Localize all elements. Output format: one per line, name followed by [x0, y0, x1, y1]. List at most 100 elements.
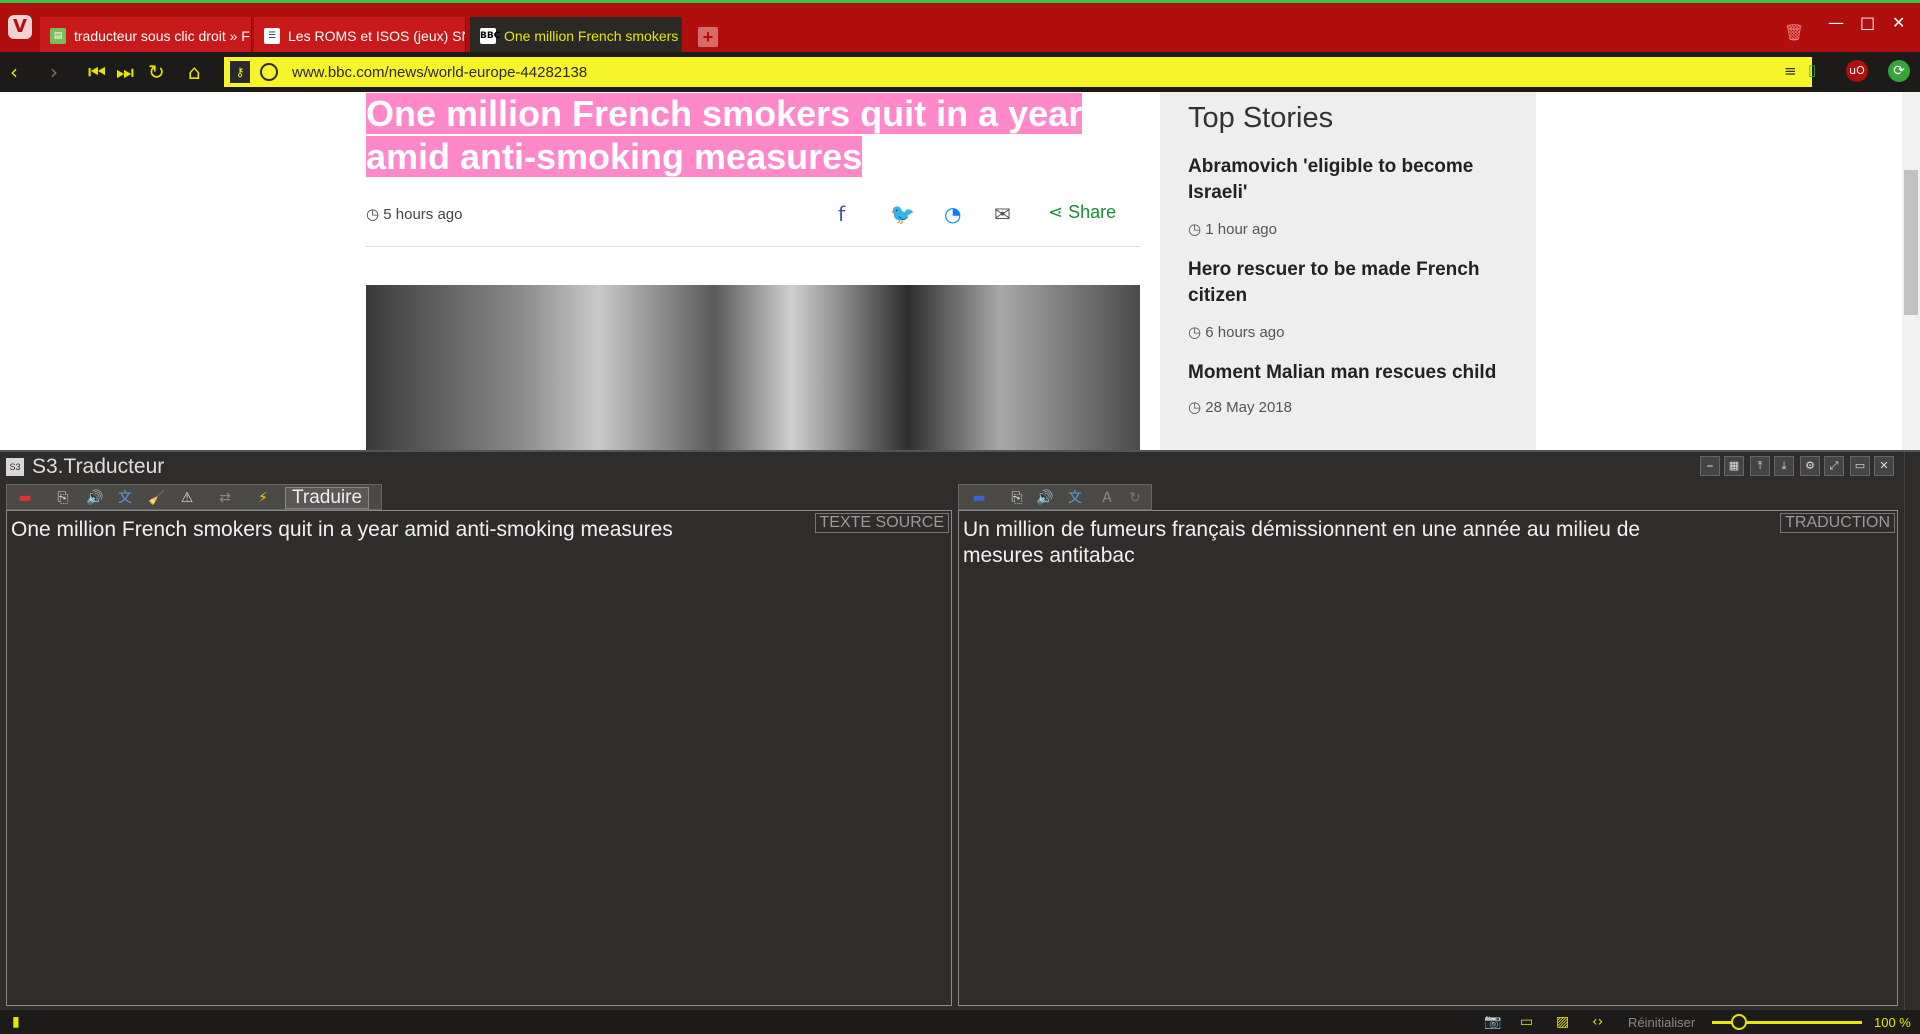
vivaldi-menu-icon[interactable]: V: [8, 15, 32, 39]
capture-icon[interactable]: 📷: [1484, 1014, 1501, 1030]
tab-2[interactable]: ☰ Les ROMS et ISOS (jeux) SN: [254, 17, 466, 55]
window-icon[interactable]: ▭: [1520, 1014, 1533, 1030]
code-icon[interactable]: ‹›: [1592, 1014, 1603, 1030]
story-time: ◷ 6 hours ago: [1188, 323, 1285, 341]
copy-icon[interactable]: ⎘: [53, 488, 73, 508]
close-icon[interactable]: ✕: [1892, 13, 1905, 32]
article-timestamp: ◷ 5 hours ago: [366, 205, 463, 223]
minimize-icon[interactable]: —: [1828, 13, 1844, 32]
clock-icon: ◷: [1188, 398, 1202, 416]
scrollbar-thumb[interactable]: [1904, 170, 1918, 315]
article-headline: One million French smokers quit in a yea…: [366, 93, 1083, 177]
story-link[interactable]: Abramovich 'eligible to become Israeli': [1188, 154, 1518, 206]
story-time-text: 28 May 2018: [1205, 399, 1292, 416]
tab-1[interactable]: ▤ traducteur sous clic droit » F: [40, 17, 252, 55]
close-panel-icon[interactable]: ✕: [1874, 456, 1894, 476]
navigation-bar: ‹ › ⏮ ⏭ ↻ ⌂ ⚷ www.bbc.com/news/world-eur…: [0, 52, 1920, 92]
messenger-icon[interactable]: ◔: [944, 202, 961, 226]
green-doc-icon: ▤: [50, 28, 66, 44]
url-text[interactable]: www.bbc.com/news/world-europe-44282138: [292, 64, 587, 81]
bookmark-icon[interactable]: ▯: [1808, 61, 1816, 79]
image-icon[interactable]: ▨: [1556, 1014, 1569, 1030]
key-icon[interactable]: ⚷: [230, 61, 250, 83]
story-time: ◷ 28 May 2018: [1188, 398, 1292, 416]
target-toolbar: ▬ ⎘ 🔊 文 A ↻: [958, 484, 1152, 510]
extension-icon[interactable]: ⟳: [1888, 60, 1910, 82]
home-icon[interactable]: ⌂: [188, 60, 201, 84]
translate-button[interactable]: Traduire: [285, 487, 370, 509]
ublock-icon[interactable]: uO: [1846, 60, 1868, 82]
minimize-panel-icon[interactable]: ▭: [1850, 456, 1870, 476]
tab-bar: V ▤ traducteur sous clic droit » F ☰ Les…: [0, 0, 1920, 55]
forward-icon[interactable]: ›: [50, 60, 58, 84]
font-icon[interactable]: A: [1097, 488, 1117, 508]
forum-icon: ☰: [264, 28, 280, 44]
tab-3-active[interactable]: BBC One million French smokers: [470, 17, 682, 55]
divider: [366, 246, 1140, 247]
clock-icon: ◷: [1188, 220, 1202, 238]
new-tab-button[interactable]: +: [698, 27, 718, 47]
top-stories-sidebar: Top Stories Abramovich 'eligible to beco…: [1160, 92, 1536, 450]
web-page: One million French smokers quit in a yea…: [0, 92, 1920, 450]
source-text-pane[interactable]: One million French smokers quit in a yea…: [6, 510, 952, 1006]
pin-icon[interactable]: ⎯: [1700, 456, 1720, 476]
story-time-text: 1 hour ago: [1205, 221, 1277, 238]
s3-app-icon: S3: [6, 458, 24, 476]
tab-label: One million French smokers: [504, 28, 679, 44]
fast-forward-icon[interactable]: ⏭: [116, 60, 134, 84]
back-icon[interactable]: ‹: [10, 60, 18, 84]
tab-label: traducteur sous clic droit » F: [74, 28, 250, 44]
source-toolbar: ▬ ⎘ 🔊 文 🧹 ⚠ ⇄ ⚡ Traduire: [6, 484, 382, 510]
translate-icon[interactable]: 文: [115, 488, 135, 508]
email-icon[interactable]: ✉: [994, 202, 1011, 226]
source-label: TEXTE SOURCE: [814, 513, 949, 533]
twitter-icon[interactable]: 🐦: [890, 202, 915, 226]
clock-icon: ◷: [1188, 323, 1202, 341]
swap-icon[interactable]: ⇄: [215, 488, 235, 508]
move-down-icon[interactable]: ⤓: [1774, 456, 1794, 476]
copy-icon[interactable]: ⎘: [1007, 488, 1027, 508]
site-info-icon[interactable]: [260, 63, 278, 81]
reader-view-icon[interactable]: ≡: [1784, 62, 1797, 80]
trash-icon[interactable]: 🗑: [1784, 23, 1804, 42]
top-stories-title: Top Stories: [1188, 102, 1334, 134]
bbc-icon: BBC: [480, 28, 500, 44]
status-bar: ▮ 📷 ▭ ▨ ‹› Réinitialiser 100 %: [0, 1010, 1920, 1034]
story-link[interactable]: Moment Malian man rescues child: [1188, 360, 1518, 386]
uk-flag-icon[interactable]: ▬: [15, 488, 35, 508]
move-up-icon[interactable]: ⤒: [1750, 456, 1770, 476]
translate-icon[interactable]: 文: [1065, 488, 1085, 508]
popout-icon[interactable]: ⤢: [1824, 456, 1844, 476]
panel-toggle-icon[interactable]: ▮: [12, 1014, 20, 1030]
story-time: ◷ 1 hour ago: [1188, 220, 1277, 238]
layout-icon[interactable]: ▦: [1724, 456, 1744, 476]
story-time-text: 6 hours ago: [1205, 324, 1285, 341]
settings-icon[interactable]: ⚙: [1800, 456, 1820, 476]
story-link[interactable]: Hero rescuer to be made French citizen: [1188, 257, 1518, 309]
article-headline-container: One million French smokers quit in a yea…: [366, 92, 1146, 178]
facebook-icon[interactable]: f: [838, 202, 845, 226]
source-text[interactable]: One million French smokers quit in a yea…: [11, 517, 673, 543]
reload-icon[interactable]: ↻: [148, 60, 165, 84]
translation-text[interactable]: Un million de fumeurs français démission…: [963, 517, 1723, 569]
lightning-icon[interactable]: ⚡: [253, 488, 273, 508]
clear-icon[interactable]: 🧹: [147, 488, 167, 508]
share-button[interactable]: ⋖ Share: [1048, 202, 1116, 223]
maximize-icon[interactable]: □: [1860, 13, 1875, 32]
share-label: Share: [1068, 202, 1117, 222]
translator-title: S3.Traducteur: [32, 455, 165, 478]
tab-label: Les ROMS et ISOS (jeux) SN: [288, 28, 466, 44]
warning-icon[interactable]: ⚠: [177, 488, 197, 508]
timestamp-text: 5 hours ago: [383, 206, 463, 223]
rewind-icon[interactable]: ⏮: [88, 60, 106, 84]
speak-icon[interactable]: 🔊: [85, 488, 105, 508]
zoom-slider-knob[interactable]: [1731, 1014, 1747, 1030]
speak-icon[interactable]: 🔊: [1035, 488, 1055, 508]
article-photo: [366, 285, 1140, 450]
panel-scrollbar[interactable]: [1904, 452, 1920, 1012]
refresh-icon[interactable]: ↻: [1125, 488, 1145, 508]
fr-flag-icon[interactable]: ▬: [969, 488, 989, 508]
address-field[interactable]: ⚷ www.bbc.com/news/world-europe-44282138…: [224, 57, 1816, 87]
reset-zoom-button[interactable]: Réinitialiser: [1628, 1015, 1695, 1030]
translation-text-pane[interactable]: Un million de fumeurs français démission…: [958, 510, 1898, 1006]
